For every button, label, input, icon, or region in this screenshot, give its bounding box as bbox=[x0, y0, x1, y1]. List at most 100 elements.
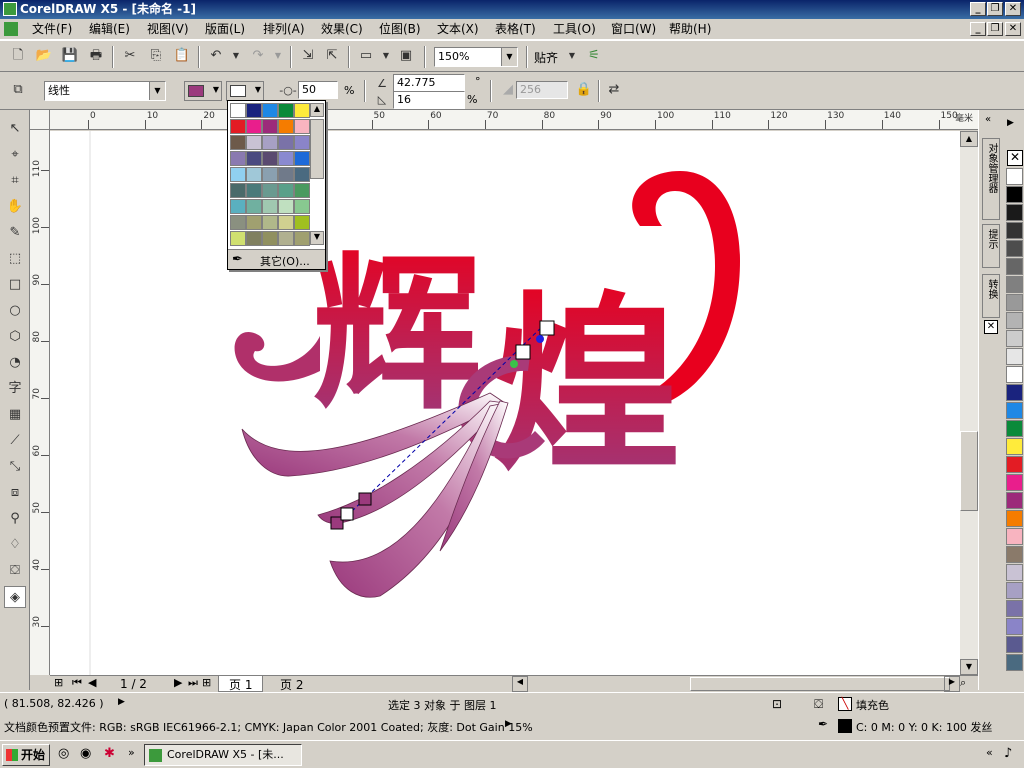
fill-end-handle[interactable] bbox=[515, 344, 531, 360]
import-icon[interactable]: ⇲ bbox=[298, 46, 318, 66]
last-page-icon[interactable]: ⏭ bbox=[188, 676, 198, 690]
app-launcher-icon[interactable]: ▭ bbox=[356, 46, 376, 66]
vertical-scrollbar[interactable]: ▲ ▼ bbox=[960, 131, 978, 675]
midpoint-handle[interactable] bbox=[510, 360, 518, 368]
ie-icon[interactable]: ◎ bbox=[58, 746, 69, 761]
artwork[interactable]: 辉 煌 bbox=[50, 131, 960, 675]
palette-swatch[interactable] bbox=[1006, 348, 1023, 365]
palette-swatch[interactable] bbox=[1006, 600, 1023, 617]
scroll-left-icon[interactable]: ◀ bbox=[512, 676, 528, 692]
color-cell[interactable] bbox=[246, 231, 262, 246]
palette-swatch[interactable] bbox=[1006, 330, 1023, 347]
other-colors-button[interactable]: ✒ 其它(O)... bbox=[228, 249, 325, 269]
next-page-icon[interactable]: ▶ bbox=[174, 676, 182, 689]
basic-shapes-tool-icon[interactable]: ◔ bbox=[4, 352, 26, 374]
steps-field[interactable]: 256 bbox=[516, 81, 568, 99]
color-cell[interactable] bbox=[230, 183, 246, 198]
glyph-huang[interactable]: 煌 bbox=[492, 273, 682, 496]
midpoint-field[interactable]: 50 bbox=[298, 81, 338, 99]
palette-swatch[interactable] bbox=[1006, 510, 1023, 527]
palette-swatch[interactable] bbox=[1006, 636, 1023, 653]
interactive-fill-tool-icon[interactable]: ◈ bbox=[4, 586, 26, 608]
color-cell[interactable] bbox=[230, 103, 246, 118]
table-tool-icon[interactable]: ▦ bbox=[4, 404, 26, 426]
color-cell[interactable] bbox=[278, 103, 294, 118]
vertical-ruler[interactable]: 110 100 90 80 70 60 50 40 30 bbox=[30, 130, 50, 675]
smart-fill-tool-icon[interactable]: ⬚ bbox=[4, 248, 26, 270]
palette-swatch[interactable] bbox=[1006, 528, 1023, 545]
ruler-origin[interactable] bbox=[30, 110, 50, 130]
drawing-canvas[interactable]: 辉 煌 bbox=[50, 131, 960, 675]
horizontal-scroll-thumb[interactable] bbox=[690, 677, 950, 691]
color-cell[interactable] bbox=[278, 183, 294, 198]
undo-dropdown-icon[interactable]: ▼ bbox=[226, 46, 246, 66]
open-icon[interactable]: 📂 bbox=[34, 46, 54, 66]
color-cell[interactable] bbox=[294, 199, 310, 214]
palette-swatch[interactable] bbox=[1006, 492, 1023, 509]
options-icon[interactable]: ⚟ bbox=[584, 46, 604, 66]
no-color-swatch[interactable]: ✕ bbox=[1007, 150, 1023, 166]
export-icon[interactable]: ⇱ bbox=[322, 46, 342, 66]
app-launcher-dropdown-icon[interactable]: ▼ bbox=[376, 46, 396, 66]
explorer-icon[interactable]: ◉ bbox=[80, 746, 91, 761]
color-cell[interactable] bbox=[230, 135, 246, 150]
palette-swatch[interactable] bbox=[1006, 420, 1023, 437]
doc-close-button[interactable]: ✕ bbox=[1005, 22, 1021, 36]
popup-scroll-thumb[interactable] bbox=[310, 119, 324, 179]
copy-fill-icon[interactable]: ⇄ bbox=[604, 80, 624, 100]
color-cell[interactable] bbox=[246, 167, 262, 182]
menu-file[interactable]: 文件(F) bbox=[28, 21, 76, 38]
crop-tool-icon[interactable]: ⌗ bbox=[4, 170, 26, 192]
color-cell[interactable] bbox=[230, 215, 246, 230]
palette-swatch[interactable] bbox=[1006, 654, 1023, 671]
start-color-picker[interactable]: ▼ bbox=[184, 81, 222, 101]
color-cell[interactable] bbox=[294, 167, 310, 182]
color-cell[interactable] bbox=[294, 183, 310, 198]
color-cell[interactable] bbox=[262, 183, 278, 198]
docker-tab-object-manager[interactable]: 对象管理器 bbox=[982, 138, 1000, 220]
menu-arrange[interactable]: 排列(A) bbox=[259, 21, 309, 38]
menu-view[interactable]: 视图(V) bbox=[143, 21, 193, 38]
app-quicklaunch-icon[interactable]: ✱ bbox=[104, 746, 115, 761]
docker-tab-transform[interactable]: 转换 bbox=[982, 274, 1000, 318]
menu-layout[interactable]: 版面(L) bbox=[201, 21, 249, 38]
coords-arrow-icon[interactable]: ▶ bbox=[118, 697, 125, 707]
scroll-up-icon[interactable]: ▲ bbox=[960, 131, 978, 147]
fill-type-combo[interactable]: 线性 ▼ bbox=[44, 81, 166, 101]
color-cell[interactable] bbox=[278, 135, 294, 150]
fill-tool-icon[interactable]: ⛋ bbox=[4, 560, 26, 582]
color-cell[interactable] bbox=[246, 119, 262, 134]
doc-restore-button[interactable]: ❐ bbox=[987, 22, 1003, 36]
color-cell[interactable] bbox=[246, 103, 262, 118]
menu-edit[interactable]: 编辑(E) bbox=[85, 21, 134, 38]
palette-swatch[interactable] bbox=[1006, 186, 1023, 203]
color-cell[interactable] bbox=[262, 167, 278, 182]
cut-icon[interactable]: ✂ bbox=[120, 46, 140, 66]
blend-tool-icon[interactable]: ⧈ bbox=[4, 482, 26, 504]
palette-swatch[interactable] bbox=[1006, 240, 1023, 257]
save-icon[interactable]: 💾 bbox=[60, 46, 80, 66]
zoom-navigator-icon[interactable]: ⌕ bbox=[960, 676, 966, 690]
color-cell[interactable] bbox=[230, 151, 246, 166]
color-cell[interactable] bbox=[230, 119, 246, 134]
print-icon[interactable]: 🖶 bbox=[86, 46, 106, 66]
color-cell[interactable] bbox=[278, 167, 294, 182]
paste-icon[interactable]: 📋 bbox=[172, 46, 192, 66]
color-cell[interactable] bbox=[230, 167, 246, 182]
collapse-dockers-icon[interactable]: « bbox=[985, 114, 991, 125]
angle-field[interactable]: 42.775 bbox=[393, 74, 465, 92]
pick-tool-icon[interactable]: ↖ bbox=[4, 118, 26, 140]
palette-swatch[interactable] bbox=[1006, 546, 1023, 563]
palette-swatch[interactable] bbox=[1006, 474, 1023, 491]
close-docker-icon[interactable]: ✕ bbox=[984, 320, 998, 334]
palette-swatch[interactable] bbox=[1006, 438, 1023, 455]
menu-text[interactable]: 文本(X) bbox=[433, 21, 483, 38]
palette-swatch[interactable] bbox=[1006, 294, 1023, 311]
color-cell[interactable] bbox=[262, 199, 278, 214]
color-cell[interactable] bbox=[294, 135, 310, 150]
redo-icon[interactable]: ↷ bbox=[248, 46, 268, 66]
color-cell[interactable] bbox=[278, 231, 294, 246]
shape-tool-icon[interactable]: ⌖ bbox=[4, 144, 26, 166]
color-cell[interactable] bbox=[294, 119, 310, 134]
connector-tool-icon[interactable]: ⤡ bbox=[4, 456, 26, 478]
